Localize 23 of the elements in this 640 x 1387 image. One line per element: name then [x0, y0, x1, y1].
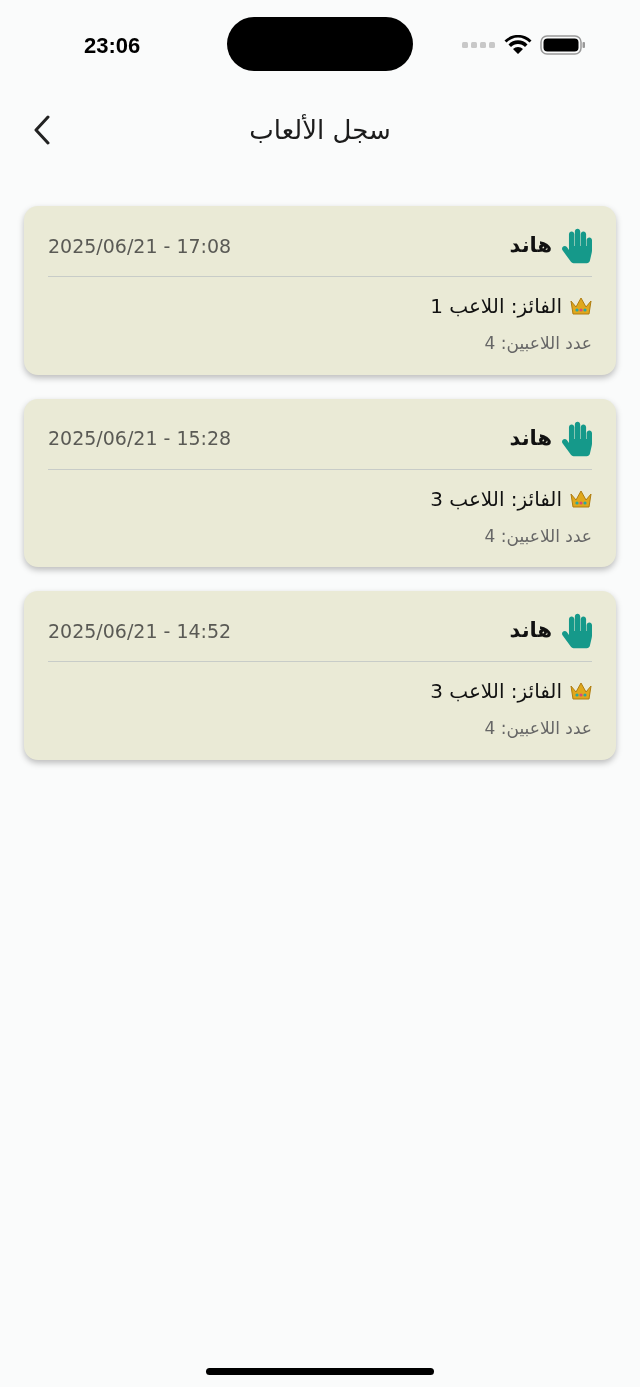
crown-icon: [570, 296, 592, 316]
player-count: عدد اللاعبين: 4: [484, 718, 592, 738]
game-name: هاند: [509, 617, 552, 645]
signal-icon: [462, 41, 496, 49]
hand-icon: [562, 420, 592, 457]
crown-icon: [570, 488, 592, 509]
hand-icon: [562, 613, 592, 649]
game-datetime: 2025/06/21 - 17:08: [48, 233, 232, 259]
crown-icon: [570, 681, 592, 701]
winner-text: الفائز: اللاعب 3: [430, 678, 562, 705]
player-count: عدد اللاعبين: 4: [484, 525, 592, 546]
winner-text: الفائز: اللاعب 3: [430, 485, 562, 513]
player-count: عدد اللاعبين: 4: [484, 333, 592, 353]
hand-icon: [562, 228, 592, 264]
wifi-icon: [504, 35, 532, 55]
winner-text: الفائز: اللاعب 1: [430, 293, 562, 320]
battery-icon: [540, 34, 586, 56]
page-title: سجل الألعاب: [249, 113, 391, 147]
status-time: 23:06: [84, 31, 141, 60]
game-datetime: 2025/06/21 - 15:28: [48, 426, 232, 452]
game-name: هاند: [509, 232, 552, 260]
game-datetime: 2025/06/21 - 14:52: [48, 618, 232, 644]
game-name: هاند: [509, 424, 552, 452]
